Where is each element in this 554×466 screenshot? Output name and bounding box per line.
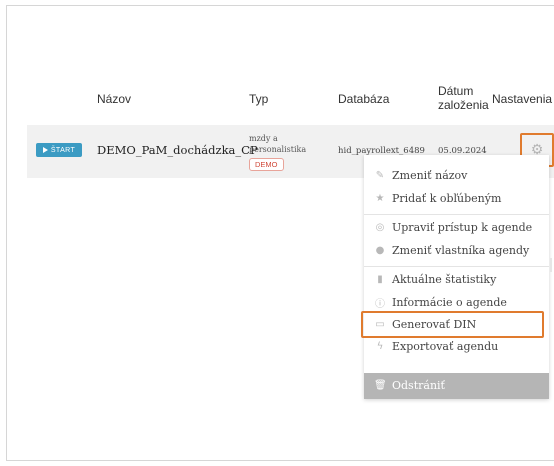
- menu-item-label: Zmeniť názov: [392, 169, 468, 182]
- user-icon: ●: [375, 245, 385, 256]
- agenda-type-line2: personalistika: [249, 145, 307, 154]
- info-icon: ⓘ: [375, 299, 385, 310]
- settings-menu: ✎ Zmeniť názov ★ Pridať k obľúbeným ◎ Up…: [364, 155, 549, 399]
- scrollbar[interactable]: [550, 258, 552, 272]
- agenda-type-line1: mzdy a: [249, 134, 278, 143]
- highlight-frame: [361, 311, 544, 338]
- header-date[interactable]: Dátum založenia: [438, 84, 489, 112]
- play-icon: [42, 147, 48, 153]
- access-icon: ◎: [375, 222, 385, 233]
- trash-icon: 🗑: [374, 380, 387, 391]
- menu-item-label: Upraviť prístup k agende: [392, 221, 533, 234]
- header-type[interactable]: Typ: [249, 92, 268, 106]
- menu-item-label: Exportovať agendu: [392, 340, 499, 353]
- menu-item-delete[interactable]: 🗑 Odstrániť: [364, 373, 549, 399]
- menu-item-agenda-info[interactable]: ⓘ Informácie o agende: [374, 295, 507, 310]
- header-settings[interactable]: Nastavenia: [492, 92, 552, 106]
- delete-label: Odstrániť: [392, 379, 445, 392]
- pencil-icon: ✎: [375, 170, 385, 181]
- menu-item-label: Aktuálne štatistiky: [392, 273, 497, 286]
- menu-item-export[interactable]: ϟ Exportovať agendu: [374, 340, 499, 353]
- demo-badge: DEMO: [249, 158, 284, 171]
- menu-item-add-favorite[interactable]: ★ Pridať k obľúbeným: [374, 192, 502, 205]
- menu-item-statistics[interactable]: ▮ Aktuálne štatistiky: [374, 273, 496, 286]
- header-date-line2: založenia: [438, 98, 489, 112]
- menu-item-label: Pridať k obľúbeným: [392, 192, 502, 205]
- header-name[interactable]: Názov: [97, 92, 131, 106]
- menu-divider: [364, 266, 549, 267]
- star-icon: ★: [375, 193, 385, 204]
- menu-item-label: Zmeniť vlastníka agendy: [392, 244, 530, 257]
- start-button-label: ŠTART: [50, 146, 76, 154]
- menu-item-edit-access[interactable]: ◎ Upraviť prístup k agende: [374, 221, 533, 234]
- menu-item-change-owner[interactable]: ● Zmeniť vlastníka agendy: [374, 244, 530, 257]
- delete-row: 🗑 Odstrániť: [374, 379, 445, 392]
- menu-item-rename[interactable]: ✎ Zmeniť názov: [374, 169, 468, 182]
- bar-chart-icon: ▮: [377, 274, 383, 285]
- agenda-name[interactable]: DEMO_PaM_dochádzka_CP: [97, 143, 258, 157]
- menu-divider: [364, 214, 549, 215]
- agenda-type: mzdy a personalistika: [249, 133, 306, 155]
- header-database[interactable]: Databáza: [338, 92, 389, 106]
- menu-item-label: Informácie o agende: [392, 296, 507, 309]
- header-date-line1: Dátum: [438, 84, 474, 98]
- bolt-icon: ϟ: [376, 341, 384, 352]
- start-button[interactable]: ŠTART: [36, 143, 82, 157]
